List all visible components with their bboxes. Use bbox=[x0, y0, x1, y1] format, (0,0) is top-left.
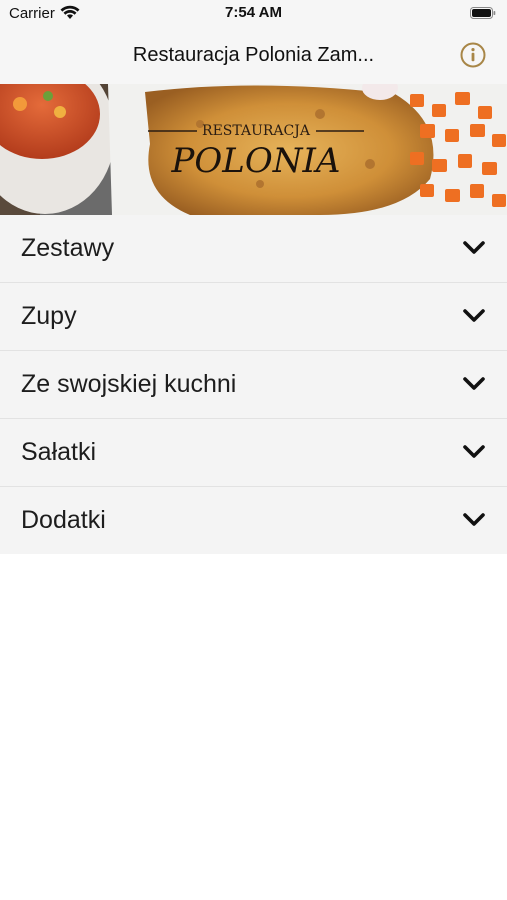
menu-category-salatki[interactable]: Sałatki bbox=[0, 419, 507, 487]
menu-category-label: Sałatki bbox=[21, 438, 97, 466]
chevron-down-icon bbox=[463, 513, 485, 526]
menu-category-zupy[interactable]: Zupy bbox=[0, 283, 507, 351]
logo-main-text: POLONIA bbox=[171, 141, 341, 181]
chevron-down-icon bbox=[463, 309, 485, 322]
navigation-bar: Restauracja Polonia Zam... bbox=[0, 26, 507, 84]
logo-top-text: RESTAURACJA bbox=[202, 123, 311, 139]
menu-category-label: Ze swojskiej kuchni bbox=[21, 370, 237, 398]
menu-category-swojska-kuchnia[interactable]: Ze swojskiej kuchni bbox=[0, 351, 507, 419]
chevron-down-icon bbox=[463, 241, 485, 254]
status-bar: Carrier 7:54 AM bbox=[0, 0, 507, 26]
menu-category-label: Zupy bbox=[21, 302, 77, 330]
menu-category-zestawy[interactable]: Zestawy bbox=[0, 215, 507, 283]
status-time: 7:54 AM bbox=[225, 4, 282, 21]
menu-category-dodatki[interactable]: Dodatki bbox=[0, 487, 507, 554]
menu-category-label: Zestawy bbox=[21, 234, 115, 262]
menu-category-list: Zestawy Zupy Ze swojskiej kuchni Sałatki… bbox=[0, 215, 507, 554]
restaurant-banner: RESTAURACJA POLONIA bbox=[0, 84, 507, 215]
page-title: Restauracja Polonia Zam... bbox=[132, 44, 375, 66]
chevron-down-icon bbox=[463, 377, 485, 390]
menu-category-label: Dodatki bbox=[21, 506, 106, 534]
chevron-down-icon bbox=[463, 445, 485, 458]
battery-icon bbox=[470, 7, 496, 19]
banner-image: RESTAURACJA POLONIA bbox=[0, 84, 507, 215]
info-icon[interactable] bbox=[460, 42, 486, 68]
